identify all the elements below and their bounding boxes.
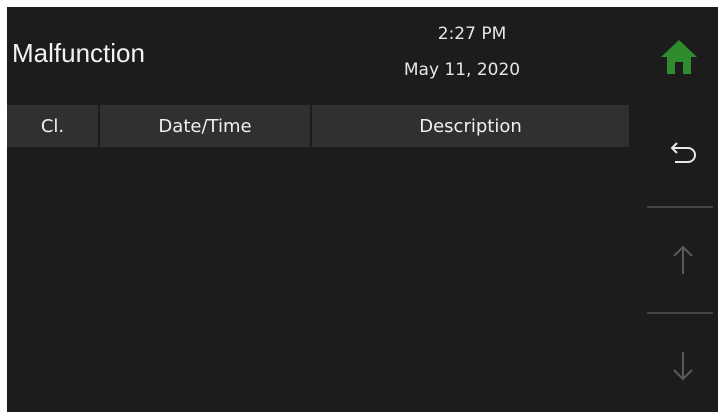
sidebar-divider xyxy=(647,206,713,208)
table-header: Cl. Date/Time Description xyxy=(7,105,629,147)
column-header-description[interactable]: Description xyxy=(312,105,629,147)
home-button[interactable] xyxy=(653,33,705,81)
clock-time: 2:27 PM xyxy=(437,24,507,44)
sidebar-divider xyxy=(647,312,713,314)
clock-date: May 11, 2020 xyxy=(403,60,521,80)
back-button[interactable] xyxy=(647,104,718,204)
arrow-down-icon xyxy=(672,352,693,381)
malfunction-screen: Malfunction 2:27 PM May 11, 2020 Cl. Dat… xyxy=(7,7,718,412)
column-header-date-time[interactable]: Date/Time xyxy=(100,105,312,147)
return-arrow-icon xyxy=(670,142,696,163)
malfunction-list xyxy=(7,147,629,412)
home-icon xyxy=(661,40,697,74)
arrow-up-icon xyxy=(672,245,693,274)
scroll-up-button[interactable] xyxy=(647,210,718,310)
scroll-down-button[interactable] xyxy=(647,316,718,412)
clock: 2:27 PM May 11, 2020 xyxy=(387,22,537,82)
column-header-class[interactable]: Cl. xyxy=(7,105,100,147)
page-title: Malfunction xyxy=(12,38,145,68)
